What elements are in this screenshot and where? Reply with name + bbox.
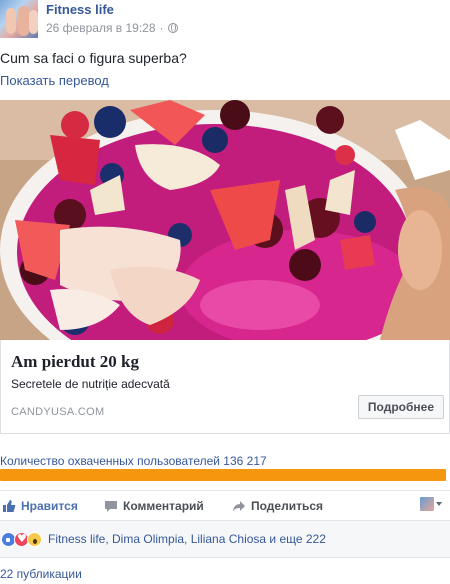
globe-icon <box>167 23 178 33</box>
comment-icon <box>104 499 118 513</box>
comment-label: Комментарий <box>123 498 204 513</box>
page-name-link[interactable]: Fitness life <box>46 2 114 17</box>
link-title[interactable]: Am pierdut 20 kg <box>11 352 139 372</box>
reactors-list[interactable]: Fitness life, Dima Olimpia, Liliana Chio… <box>48 532 326 546</box>
comment-button[interactable]: Комментарий <box>104 492 204 520</box>
post-meta: 26 февраля в 19:28 · <box>46 21 178 35</box>
learn-more-button[interactable]: Подробнее <box>357 395 444 419</box>
link-domain: CANDYUSA.COM <box>11 406 105 418</box>
like-button[interactable]: Нравится <box>2 492 78 520</box>
link-preview-card[interactable]: Am pierdut 20 kg Secretele de nutriție a… <box>0 340 450 434</box>
thumbs-up-icon <box>2 499 16 513</box>
reactions-summary[interactable]: Fitness life, Dima Olimpia, Liliana Chio… <box>0 520 450 558</box>
translate-link[interactable]: Показать перевод <box>0 73 109 88</box>
post-photo[interactable] <box>0 100 450 340</box>
post-timestamp[interactable]: 26 февраля в 19:28 <box>46 21 156 35</box>
page-mini-avatar <box>420 497 434 511</box>
page-avatar[interactable] <box>0 0 38 38</box>
chevron-down-icon <box>436 502 442 506</box>
smoothie-bowl-image <box>0 100 450 340</box>
reaction-icons <box>1 531 42 547</box>
shares-count-link[interactable]: 22 публикации <box>0 567 82 581</box>
reach-progress-bar <box>0 469 446 481</box>
reach-progress-fill <box>0 469 446 481</box>
share-button[interactable]: Поделиться <box>232 492 323 520</box>
post-text: Cum sa faci o figura superba? <box>0 50 187 66</box>
link-description: Secretele de nutriție adecvată <box>11 377 170 391</box>
post-header: Fitness life 26 февраля в 19:28 · <box>0 0 450 40</box>
post-as-selector[interactable] <box>420 497 442 511</box>
wow-reaction-icon <box>27 531 42 547</box>
share-label: Поделиться <box>251 498 324 513</box>
meta-separator: · <box>159 21 164 35</box>
share-arrow-icon <box>232 499 246 513</box>
reach-count[interactable]: Количество охваченных пользователей 136 … <box>0 454 267 468</box>
action-bar: Нравится Комментарий Поделиться <box>0 490 450 520</box>
like-label: Нравится <box>21 498 78 513</box>
